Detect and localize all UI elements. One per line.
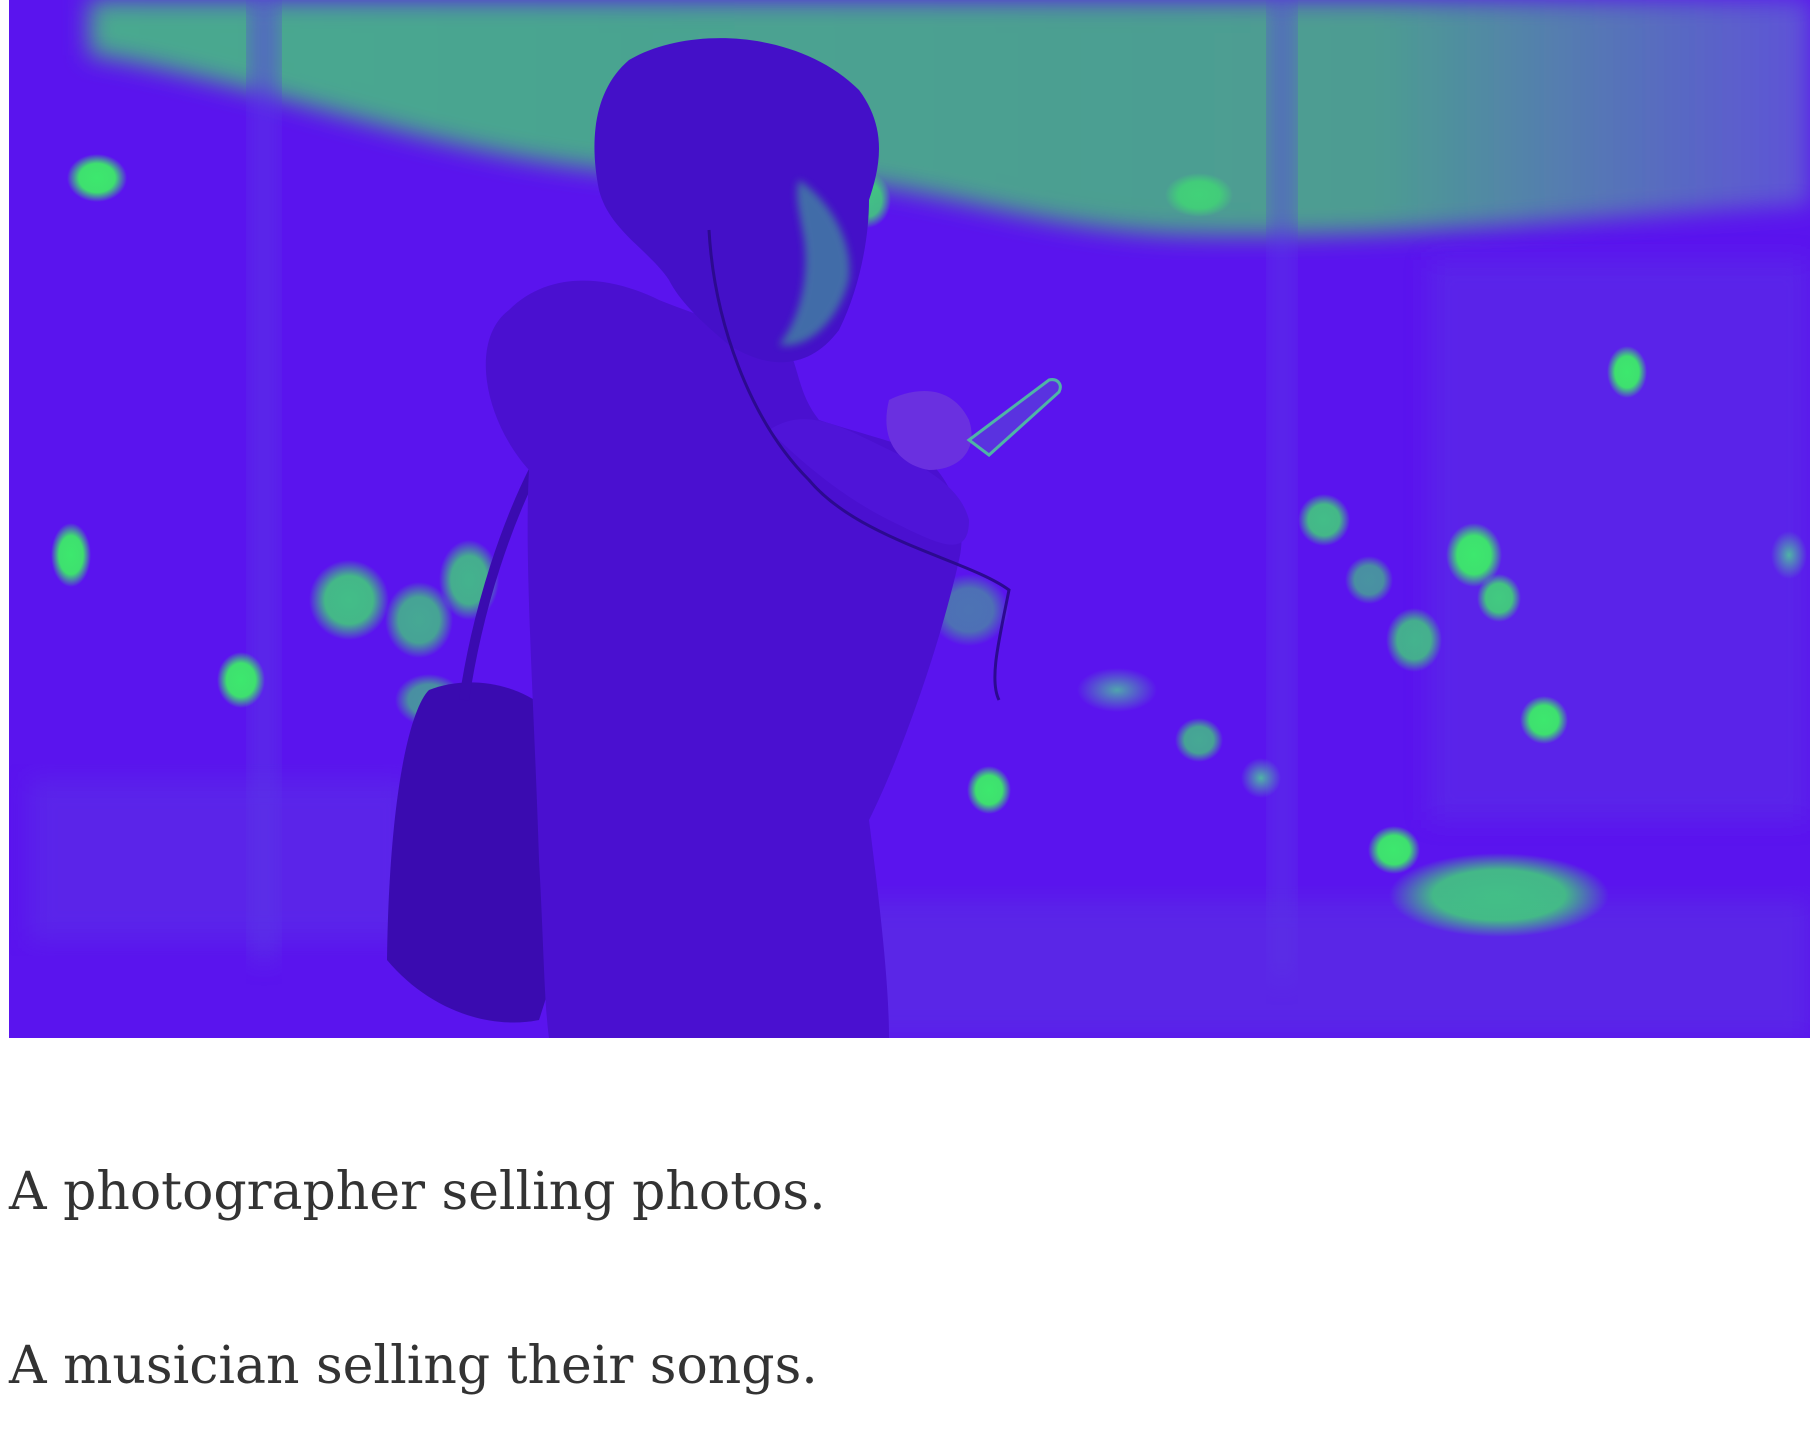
hero-photo <box>9 0 1810 1038</box>
caption-photographer: A photographer selling photos. <box>9 1162 826 1222</box>
duotone-street-photo <box>9 0 1810 1038</box>
caption-musician: A musician selling their songs. <box>9 1336 818 1396</box>
